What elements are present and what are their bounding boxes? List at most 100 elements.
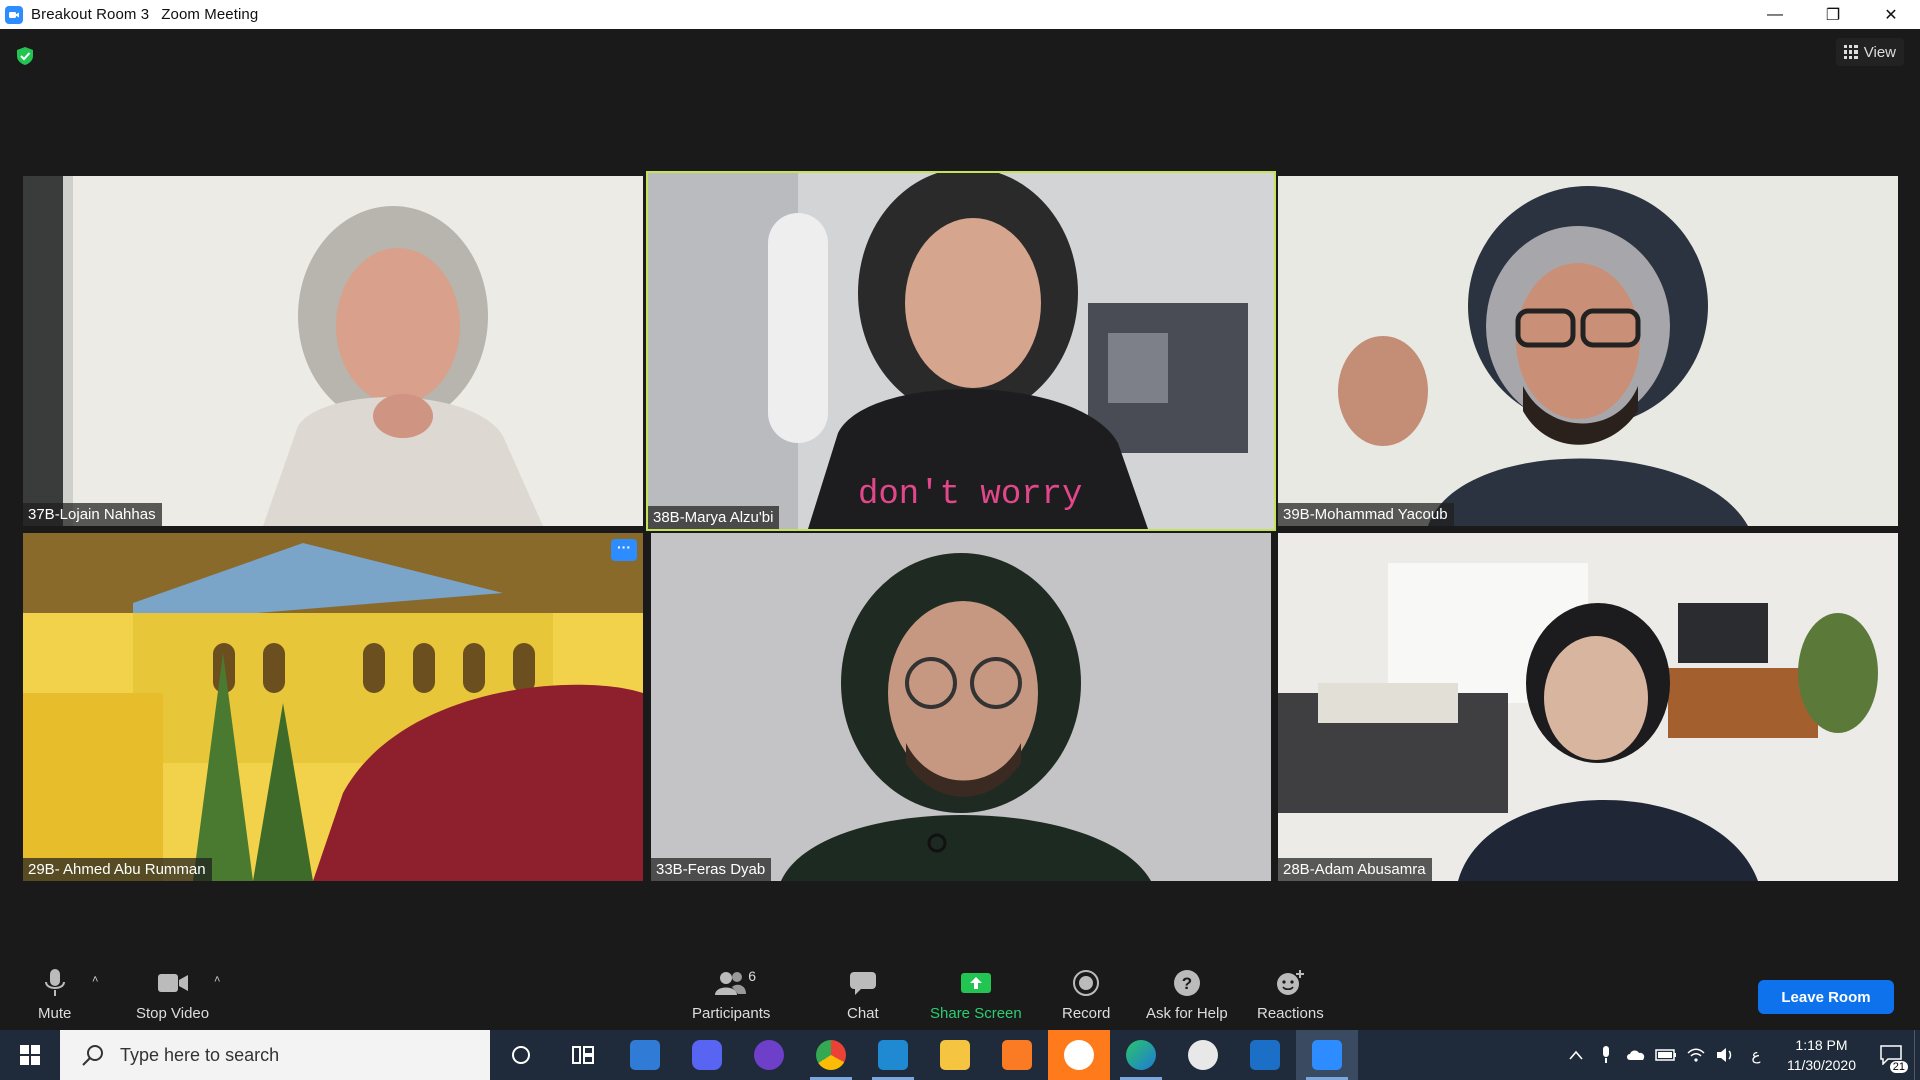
video-tile[interactable]: 28B-Adam Abusamra — [1278, 533, 1898, 881]
participant-video — [1278, 176, 1898, 526]
taskbar-app-github[interactable] — [738, 1030, 800, 1080]
chat-label: Chat — [847, 1005, 879, 1022]
video-tile[interactable]: ··· 29B- Ahmed Abu Rumman — [23, 533, 643, 881]
taskbar-app-xampp[interactable] — [986, 1030, 1048, 1080]
video-tile[interactable]: 33B-Feras Dyab — [651, 533, 1271, 881]
onedrive-icon[interactable] — [1621, 1049, 1651, 1061]
clock-date: 11/30/2020 — [1786, 1057, 1856, 1073]
vscode-icon — [878, 1040, 908, 1070]
taskbar-app-chrome[interactable] — [800, 1030, 862, 1080]
participants-icon: 6 — [714, 966, 756, 1000]
taskbar-app-remote-desktop[interactable] — [614, 1030, 676, 1080]
reactions-icon — [1275, 966, 1305, 1000]
clock-app-icon — [1188, 1040, 1218, 1070]
start-button[interactable] — [0, 1030, 60, 1080]
taskbar-app-zoom[interactable] — [1296, 1030, 1358, 1080]
microphone-tray-icon[interactable] — [1591, 1046, 1621, 1064]
close-button[interactable]: ✕ — [1862, 0, 1920, 29]
mute-label: Mute — [38, 1005, 72, 1022]
svg-text:?: ? — [1182, 974, 1192, 993]
zoom-icon — [1312, 1040, 1342, 1070]
ask-for-help-label: Ask for Help — [1146, 1005, 1228, 1022]
participant-video: don't worry — [648, 173, 1274, 529]
show-hidden-icons-chevron-icon[interactable] — [1561, 1050, 1591, 1060]
volume-icon[interactable] — [1711, 1047, 1741, 1063]
leave-room-button[interactable]: Leave Room — [1758, 980, 1894, 1014]
microphone-icon — [44, 966, 66, 1000]
participants-button[interactable]: 6 Participants — [692, 966, 770, 1022]
app-title: Zoom Meeting — [161, 6, 259, 23]
windows-logo-icon — [20, 1045, 40, 1065]
photos-icon — [1250, 1040, 1280, 1070]
system-tray: ع 1:18 PM 11/30/2020 21 — [1561, 1030, 1920, 1080]
share-screen-label: Share Screen — [930, 1005, 1022, 1022]
action-center-button[interactable]: 21 — [1868, 1030, 1914, 1080]
view-button[interactable]: View — [1835, 38, 1904, 66]
participant-video — [1278, 533, 1898, 881]
video-tile[interactable]: 39B-Mohammad Yacoub — [1278, 176, 1898, 526]
taskbar-clock[interactable]: 1:18 PM 11/30/2020 — [1787, 1035, 1856, 1075]
share-screen-icon — [960, 966, 992, 1000]
taskbar-app-photos[interactable] — [1234, 1030, 1296, 1080]
minimize-button[interactable]: — — [1746, 0, 1804, 29]
taskbar-app-edge[interactable] — [1110, 1030, 1172, 1080]
ask-for-help-button[interactable]: ? Ask for Help — [1146, 966, 1228, 1022]
audio-options-caret[interactable]: ˄ — [92, 974, 98, 986]
video-tile-active-speaker[interactable]: don't worry 38B-Marya Alzu'bi — [646, 171, 1276, 531]
task-view-button[interactable] — [552, 1030, 614, 1080]
wifi-icon[interactable] — [1681, 1047, 1711, 1063]
participant-count: 6 — [748, 968, 756, 984]
taskbar-app-vscode[interactable] — [862, 1030, 924, 1080]
taskbar-app-slack[interactable] — [1048, 1030, 1110, 1080]
tile-more-options-button[interactable]: ··· — [611, 539, 637, 561]
clock-time: 1:18 PM — [1795, 1037, 1848, 1053]
chat-icon — [849, 966, 877, 1000]
zoom-window: Breakout Room 3 Zoom Meeting — ❐ ✕ View 3… — [0, 0, 1920, 1080]
stop-video-label: Stop Video — [136, 1005, 210, 1022]
participant-name: 28B-Adam Abusamra — [1278, 858, 1432, 881]
zoom-app-icon — [5, 5, 23, 24]
show-desktop-button[interactable] — [1914, 1030, 1920, 1080]
taskbar-search-input[interactable]: Type here to search — [60, 1030, 490, 1080]
mute-button[interactable]: Mute — [38, 966, 71, 1022]
participants-label: Participants — [692, 1005, 771, 1022]
xampp-icon — [1002, 1040, 1032, 1070]
window-controls: — ❐ ✕ — [1746, 0, 1920, 29]
window-title: Breakout Room 3 Zoom Meeting — [31, 6, 258, 23]
github-icon — [754, 1040, 784, 1070]
record-button[interactable]: Record — [1062, 966, 1110, 1022]
windows-taskbar: Type here to search ع 1:18 PM 11/30/2020… — [0, 1030, 1920, 1080]
search-icon — [82, 1045, 103, 1066]
participant-name: 39B-Mohammad Yacoub — [1278, 503, 1454, 526]
stop-video-button[interactable]: Stop Video — [136, 966, 209, 1022]
video-tile[interactable]: 37B-Lojain Nahhas — [23, 176, 643, 526]
taskbar-app-clock[interactable] — [1172, 1030, 1234, 1080]
battery-icon[interactable] — [1651, 1049, 1681, 1061]
participant-name: 33B-Feras Dyab — [651, 858, 772, 881]
video-options-caret[interactable]: ˄ — [214, 974, 220, 986]
reactions-button[interactable]: Reactions — [1257, 966, 1324, 1022]
cortana-button[interactable] — [490, 1030, 552, 1080]
taskbar-app-discord[interactable] — [676, 1030, 738, 1080]
room-name: Breakout Room 3 — [31, 6, 150, 23]
share-screen-button[interactable]: Share Screen — [930, 966, 1022, 1022]
remote-desktop-icon — [630, 1040, 660, 1070]
discord-icon — [692, 1040, 722, 1070]
participant-name: 37B-Lojain Nahhas — [23, 503, 162, 526]
record-label: Record — [1062, 1005, 1111, 1022]
participant-name: 38B-Marya Alzu'bi — [648, 506, 780, 529]
folder-icon — [940, 1040, 970, 1070]
chrome-icon — [816, 1040, 846, 1070]
taskbar-apps — [490, 1030, 1358, 1080]
encryption-shield-icon[interactable] — [15, 46, 35, 66]
participant-video — [23, 533, 643, 881]
input-language-indicator[interactable]: ع — [1741, 1046, 1771, 1064]
svg-text:don't worry: don't worry — [858, 476, 1082, 514]
taskbar-app-file-explorer[interactable] — [924, 1030, 986, 1080]
video-camera-icon — [157, 966, 189, 1000]
reactions-label: Reactions — [1257, 1005, 1324, 1022]
title-bar: Breakout Room 3 Zoom Meeting — ❐ ✕ — [0, 0, 1920, 29]
restore-button[interactable]: ❐ — [1804, 0, 1862, 29]
edge-icon — [1126, 1040, 1156, 1070]
chat-button[interactable]: Chat — [847, 966, 879, 1022]
